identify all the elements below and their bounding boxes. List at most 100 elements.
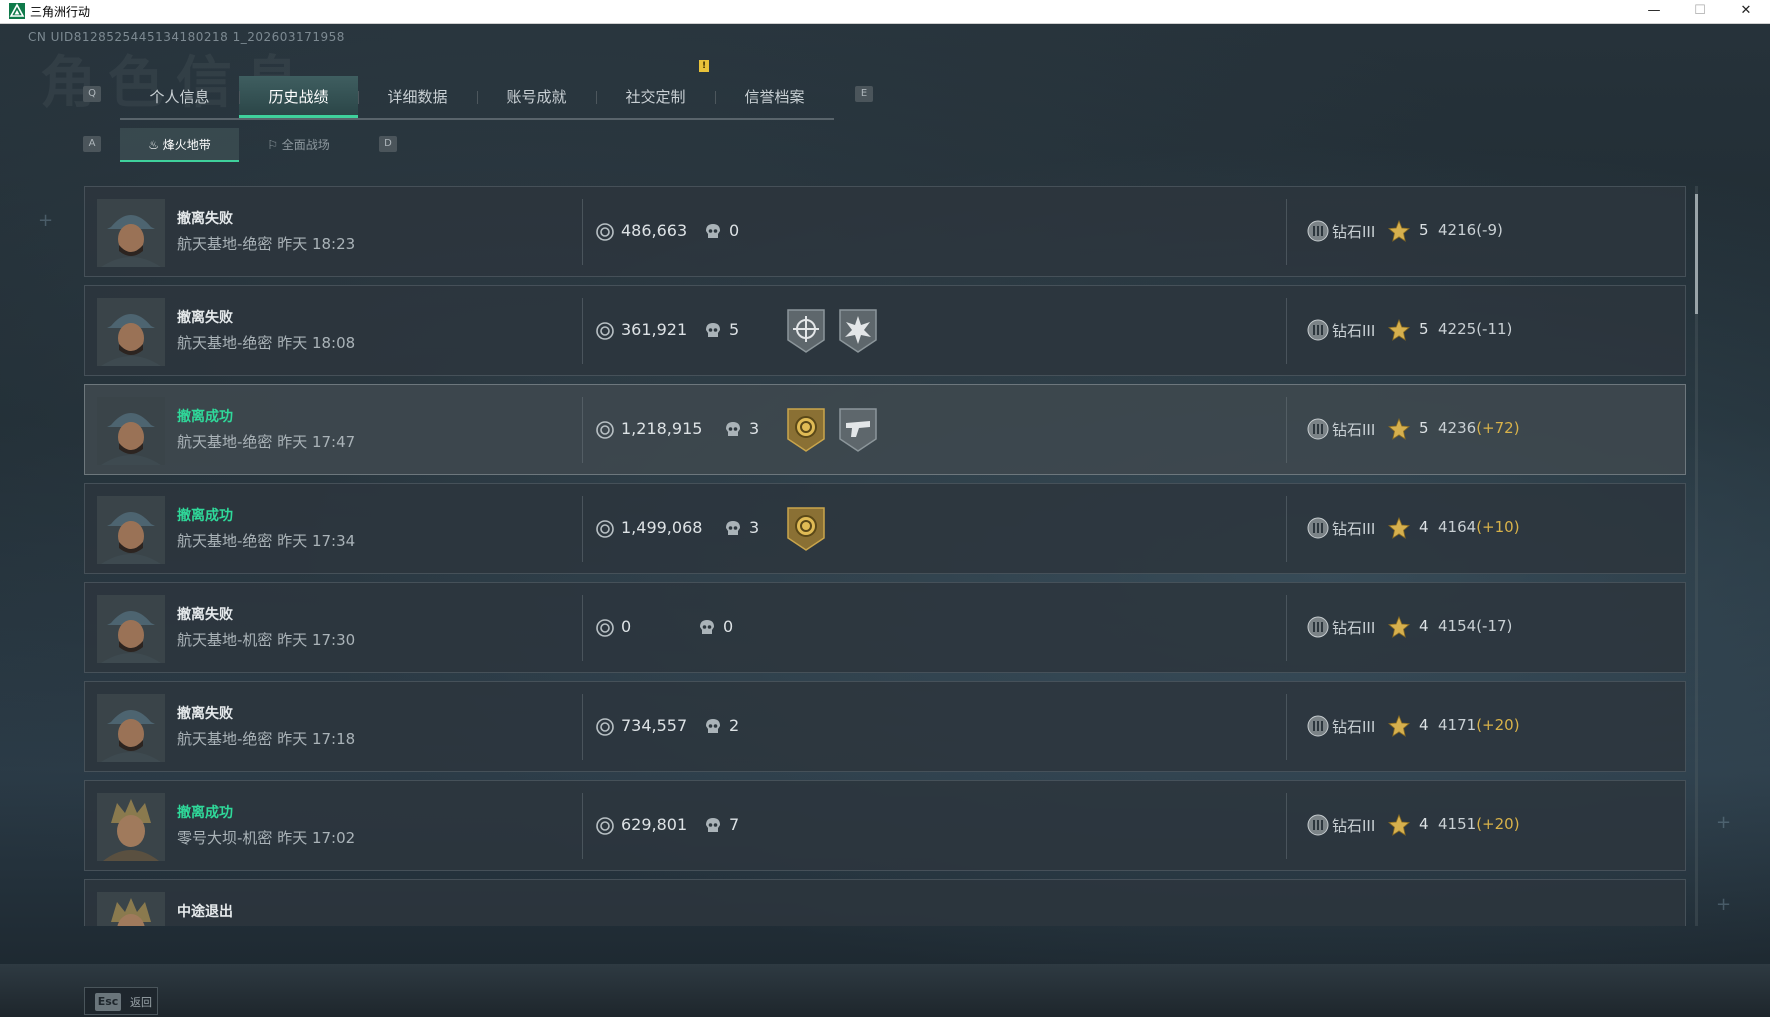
game-screen: 角色信息 CN UID8128525445134180218 1_2026031… <box>0 24 1770 1017</box>
star-icon <box>1388 813 1410 836</box>
subtab-label: 烽火地带 <box>162 138 211 152</box>
map-name: 航天基地-绝密 <box>177 334 273 352</box>
notification-badge: ! <box>699 60 709 72</box>
match-record-row[interactable]: 撤离失败 航天基地-绝密 昨天 17:18 734,557 2 钻石III 4 4171(+… <box>84 681 1686 772</box>
gold-coin-medal-icon[interactable] <box>785 504 827 552</box>
next-tab-key-hint[interactable]: E <box>855 86 873 102</box>
close-button[interactable]: ✕ <box>1724 0 1768 24</box>
match-record-row[interactable]: 撤离失败 航天基地-绝密 昨天 18:08 361,921 5 钻石III 5 4225(-… <box>84 285 1686 376</box>
subtab-battlefield[interactable]: ⚐ 全面战场 <box>239 128 358 162</box>
score-delta: (-11) <box>1476 320 1513 338</box>
operator-avatar <box>97 298 165 366</box>
gun-medal-icon[interactable] <box>837 405 879 453</box>
tab-match-history[interactable]: 历史战绩 <box>239 76 358 118</box>
rank-badge-icon <box>1307 517 1329 539</box>
extracted-value: 734,557 <box>621 716 688 735</box>
star-count: 4 <box>1419 617 1429 635</box>
star-count: 4 <box>1419 716 1429 734</box>
minimize-button[interactable]: — <box>1632 0 1676 24</box>
kill-count: 0 <box>729 221 740 240</box>
star-icon <box>1388 417 1410 440</box>
list-scrollbar[interactable] <box>1695 186 1698 926</box>
column-divider <box>582 298 583 364</box>
subtab-flame-zone[interactable]: ♨ 烽火地带 <box>120 128 239 162</box>
tab-social-custom[interactable]: 社交定制 ! <box>596 60 715 118</box>
gold-coin-medal-icon[interactable] <box>785 405 827 453</box>
match-record-row[interactable]: 撤离成功 航天基地-绝密 昨天 17:34 1,499,068 3 钻石III 4 4164… <box>84 483 1686 574</box>
rank-score: 4151(+20) <box>1438 815 1520 833</box>
uid-text: CN UID8128525445134180218 1_202603171958 <box>28 30 345 44</box>
match-record-row[interactable]: 中途退出 <box>84 879 1686 926</box>
rank-badge-icon <box>1307 319 1329 341</box>
match-record-row[interactable]: 撤离成功 航天基地-绝密 昨天 17:47 1,218,915 3 钻石III 5 4236… <box>84 384 1686 475</box>
tab-detailed-data[interactable]: 详细数据 <box>358 76 477 118</box>
next-subtab-key-hint[interactable]: D <box>379 136 397 152</box>
rank-badge-icon <box>1307 220 1329 242</box>
star-icon <box>1388 516 1410 539</box>
rank-score: 4164(+10) <box>1438 518 1520 536</box>
tab-label: 社交定制 <box>625 88 686 106</box>
tab-personal-info[interactable]: 个人信息 <box>120 76 239 118</box>
extraction-status: 撤离成功 <box>177 508 233 524</box>
crosshair-decoration-icon: + <box>1716 812 1732 833</box>
extracted-value: 486,663 <box>621 221 688 240</box>
rank-score: 4225(-11) <box>1438 320 1512 338</box>
crosshair-decoration-icon: + <box>38 210 54 231</box>
match-record-row[interactable]: 撤离失败 航天基地-机密 昨天 17:30 0 0 钻石III 4 4154(-17) <box>84 582 1686 673</box>
crosshair-decoration-icon: + <box>1716 894 1732 915</box>
score-delta: (-17) <box>1476 617 1513 635</box>
column-divider <box>1286 496 1287 562</box>
column-divider <box>582 397 583 463</box>
rank-name: 钻石III <box>1332 421 1376 439</box>
rank-name: 钻石III <box>1332 322 1376 340</box>
match-record-row[interactable]: 撤离失败 航天基地-绝密 昨天 18:23 486,663 0 钻石III 5 4216(-… <box>84 186 1686 277</box>
map-and-time: 航天基地-机密 昨天 17:30 <box>177 629 355 650</box>
match-time: 昨天 17:47 <box>277 433 356 451</box>
back-button[interactable]: Esc 返回 <box>84 987 158 1015</box>
back-label: 返回 <box>130 996 152 1009</box>
operator-avatar <box>97 793 165 861</box>
rank-score: 4171(+20) <box>1438 716 1520 734</box>
kills-skull-icon <box>699 619 715 637</box>
tab-label: 历史战绩 <box>268 88 329 106</box>
tab-achievements[interactable]: 账号成就 <box>477 76 596 118</box>
map-and-time: 航天基地-绝密 昨天 18:08 <box>177 332 355 353</box>
tab-credit-record[interactable]: 信誉档案 <box>715 76 834 118</box>
match-time: 昨天 17:30 <box>277 631 356 649</box>
prev-tab-key-hint[interactable]: Q <box>83 86 101 102</box>
match-record-row[interactable]: 撤离成功 零号大坝-机密 昨天 17:02 629,801 7 钻石III 4 4151(+… <box>84 780 1686 871</box>
burst-medal-icon[interactable] <box>837 306 879 354</box>
tab-label: 个人信息 <box>149 88 210 106</box>
extracted-value: 1,218,915 <box>621 419 703 438</box>
match-time: 昨天 17:02 <box>277 829 356 847</box>
map-name: 航天基地-机密 <box>177 631 273 649</box>
maximize-button[interactable]: ☐ <box>1678 0 1722 24</box>
star-icon <box>1388 318 1410 341</box>
star-count: 4 <box>1419 815 1429 833</box>
subtab-label: 全面战场 <box>281 138 330 152</box>
prev-subtab-key-hint[interactable]: A <box>83 136 101 152</box>
score-value: 4151 <box>1438 815 1477 833</box>
column-divider <box>582 694 583 760</box>
rank-badge-icon <box>1307 814 1329 836</box>
match-history-list[interactable]: 撤离失败 航天基地-绝密 昨天 18:23 486,663 0 钻石III 5 4216(-… <box>84 186 1686 926</box>
coin-value-icon <box>596 520 614 538</box>
flame-zone-icon: ♨ <box>148 138 163 152</box>
match-time: 昨天 17:18 <box>277 730 356 748</box>
coin-value-icon <box>596 223 614 241</box>
coin-value-icon <box>596 322 614 340</box>
score-value: 4164 <box>1438 518 1477 536</box>
extracted-value: 361,921 <box>621 320 688 339</box>
operator-avatar <box>97 397 165 465</box>
column-divider <box>582 793 583 859</box>
scrollbar-thumb[interactable] <box>1695 194 1698 314</box>
map-and-time: 航天基地-绝密 昨天 18:23 <box>177 233 355 254</box>
rank-badge-icon <box>1307 418 1329 440</box>
rank-name: 钻石III <box>1332 817 1376 835</box>
map-name: 航天基地-绝密 <box>177 235 273 253</box>
kills-skull-icon <box>705 223 721 241</box>
crosshair-medal-icon[interactable] <box>785 306 827 354</box>
rank-score: 4154(-17) <box>1438 617 1512 635</box>
tab-label: 信誉档案 <box>744 88 805 106</box>
score-value: 4236 <box>1438 419 1477 437</box>
